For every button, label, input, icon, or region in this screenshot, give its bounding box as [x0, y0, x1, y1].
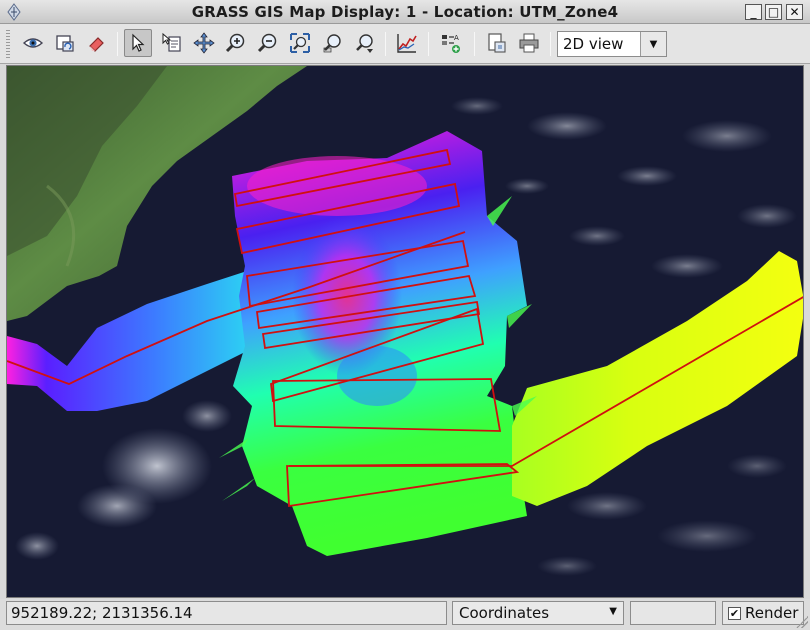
save-image-icon [488, 33, 506, 53]
zoom-in-button[interactable] [222, 29, 250, 57]
query-icon [162, 32, 181, 52]
window-title: GRASS GIS Map Display: 1 - Location: UTM… [191, 3, 619, 21]
chevron-down-icon[interactable]: ▼ [640, 32, 666, 56]
map-canvas[interactable] [6, 65, 804, 598]
print-icon [519, 33, 539, 53]
view-mode-select[interactable]: 2D view ▼ [557, 31, 667, 57]
decoration-button[interactable]: A [437, 29, 465, 57]
toolbar-grip[interactable] [6, 30, 10, 58]
resize-grip-icon[interactable] [796, 616, 808, 628]
chevron-down-icon[interactable]: ▼ [609, 606, 617, 617]
pointer-button[interactable] [124, 29, 152, 57]
zoom-out-button[interactable] [254, 29, 282, 57]
render-label: Render [745, 604, 799, 622]
statusbar-mode-select[interactable]: Coordinates ▼ [452, 601, 624, 625]
close-button[interactable]: ✕ [786, 4, 803, 20]
save-image-button[interactable] [483, 29, 511, 57]
render-map-button[interactable] [51, 29, 79, 57]
pointer-icon [132, 33, 145, 52]
toolbar-separator [474, 32, 475, 56]
toolbar-separator [385, 32, 386, 56]
status-bar: 952189.22; 2131356.14 Coordinates ▼ ✔ Re… [0, 599, 810, 630]
coordinates-field[interactable]: 952189.22; 2131356.14 [6, 601, 447, 625]
zoom-extent-icon [290, 33, 310, 53]
pan-button[interactable] [190, 29, 218, 57]
statusbar-mode-value: Coordinates [459, 604, 550, 622]
pan-icon [193, 32, 215, 54]
query-button[interactable] [158, 29, 186, 57]
maximize-button[interactable]: □ [765, 4, 782, 20]
print-button[interactable] [515, 29, 543, 57]
eraser-icon [89, 37, 104, 52]
zoom-menu-button[interactable] [350, 29, 378, 57]
display-map-button[interactable] [19, 29, 47, 57]
zoom-in-icon [225, 33, 245, 53]
legend-icon: A [442, 34, 460, 53]
minimize-button[interactable]: _ [745, 4, 762, 20]
zoom-extent-button[interactable] [286, 29, 314, 57]
title-bar[interactable]: GRASS GIS Map Display: 1 - Location: UTM… [0, 0, 810, 24]
eye-icon [22, 38, 44, 48]
render-icon [56, 35, 74, 52]
zoom-back-button[interactable] [318, 29, 346, 57]
svg-text:A: A [454, 34, 459, 42]
toolbar-separator [428, 32, 429, 56]
map-toolbar: A [0, 24, 810, 64]
zoom-menu-icon [356, 34, 373, 53]
analyze-icon [397, 34, 417, 53]
checkbox-check-icon[interactable]: ✔ [728, 607, 741, 620]
erase-display-button[interactable] [83, 29, 111, 57]
toolbar-separator [550, 32, 551, 56]
analyze-button[interactable] [393, 29, 421, 57]
zoom-out-icon [257, 33, 277, 53]
view-mode-value: 2D view [563, 35, 624, 53]
map-image [7, 66, 803, 597]
render-checkbox[interactable]: ✔ Render [722, 601, 804, 625]
toolbar-separator [117, 32, 118, 56]
zoom-back-icon [323, 34, 341, 53]
statusbar-info-field [630, 601, 716, 625]
